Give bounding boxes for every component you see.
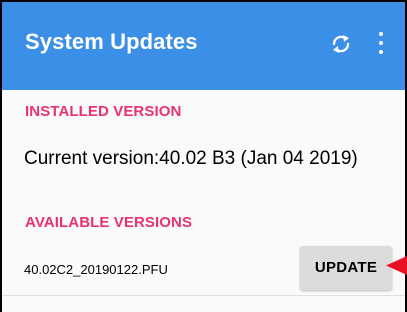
list-item: 40.02C2_20190122.PFU UPDATE — [2, 242, 405, 294]
current-version-text: Current version:40.02 B3 (Jan 04 2019) — [24, 148, 358, 169]
page-title: System Updates — [25, 29, 198, 54]
more-dot — [379, 41, 383, 45]
installed-version-header: INSTALLED VERSION — [25, 103, 182, 120]
more-dot — [379, 32, 383, 36]
divider — [2, 295, 405, 296]
red-arrow-icon — [386, 256, 407, 275]
screen-frame: System Updates INSTALLED VERSION Current… — [0, 0, 407, 312]
more-vert-icon[interactable] — [376, 32, 386, 56]
more-dot — [379, 50, 383, 54]
update-button[interactable]: UPDATE — [300, 246, 392, 290]
version-name: 40.02C2_20190122.PFU — [24, 262, 168, 277]
available-versions-header: AVAILABLE VERSIONS — [25, 214, 193, 231]
app-bar: System Updates — [2, 2, 405, 90]
sync-icon[interactable] — [330, 33, 352, 55]
